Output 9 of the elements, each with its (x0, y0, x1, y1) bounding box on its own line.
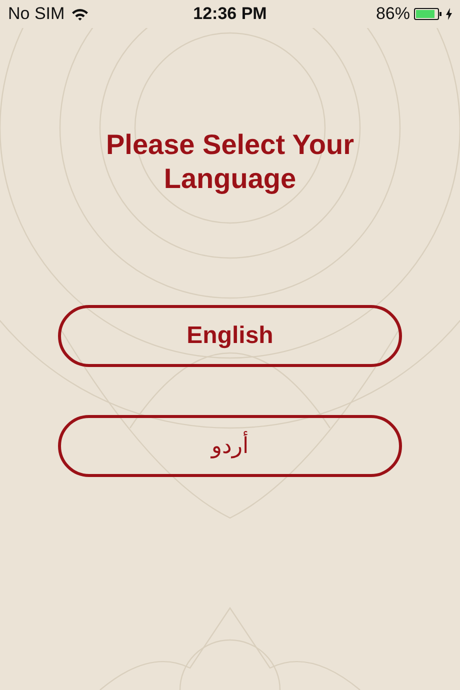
wifi-icon (70, 8, 89, 20)
charging-bolt-icon (446, 8, 452, 20)
language-button[interactable]: أردو (58, 415, 402, 477)
carrier-label: No SIM (8, 4, 65, 24)
battery-icon (414, 8, 442, 20)
battery-percentage: 86% (376, 4, 410, 24)
clock-time: 12:36 PM (193, 4, 267, 24)
language-button[interactable]: English (58, 305, 402, 367)
page-title: Please Select Your Language (105, 128, 355, 196)
